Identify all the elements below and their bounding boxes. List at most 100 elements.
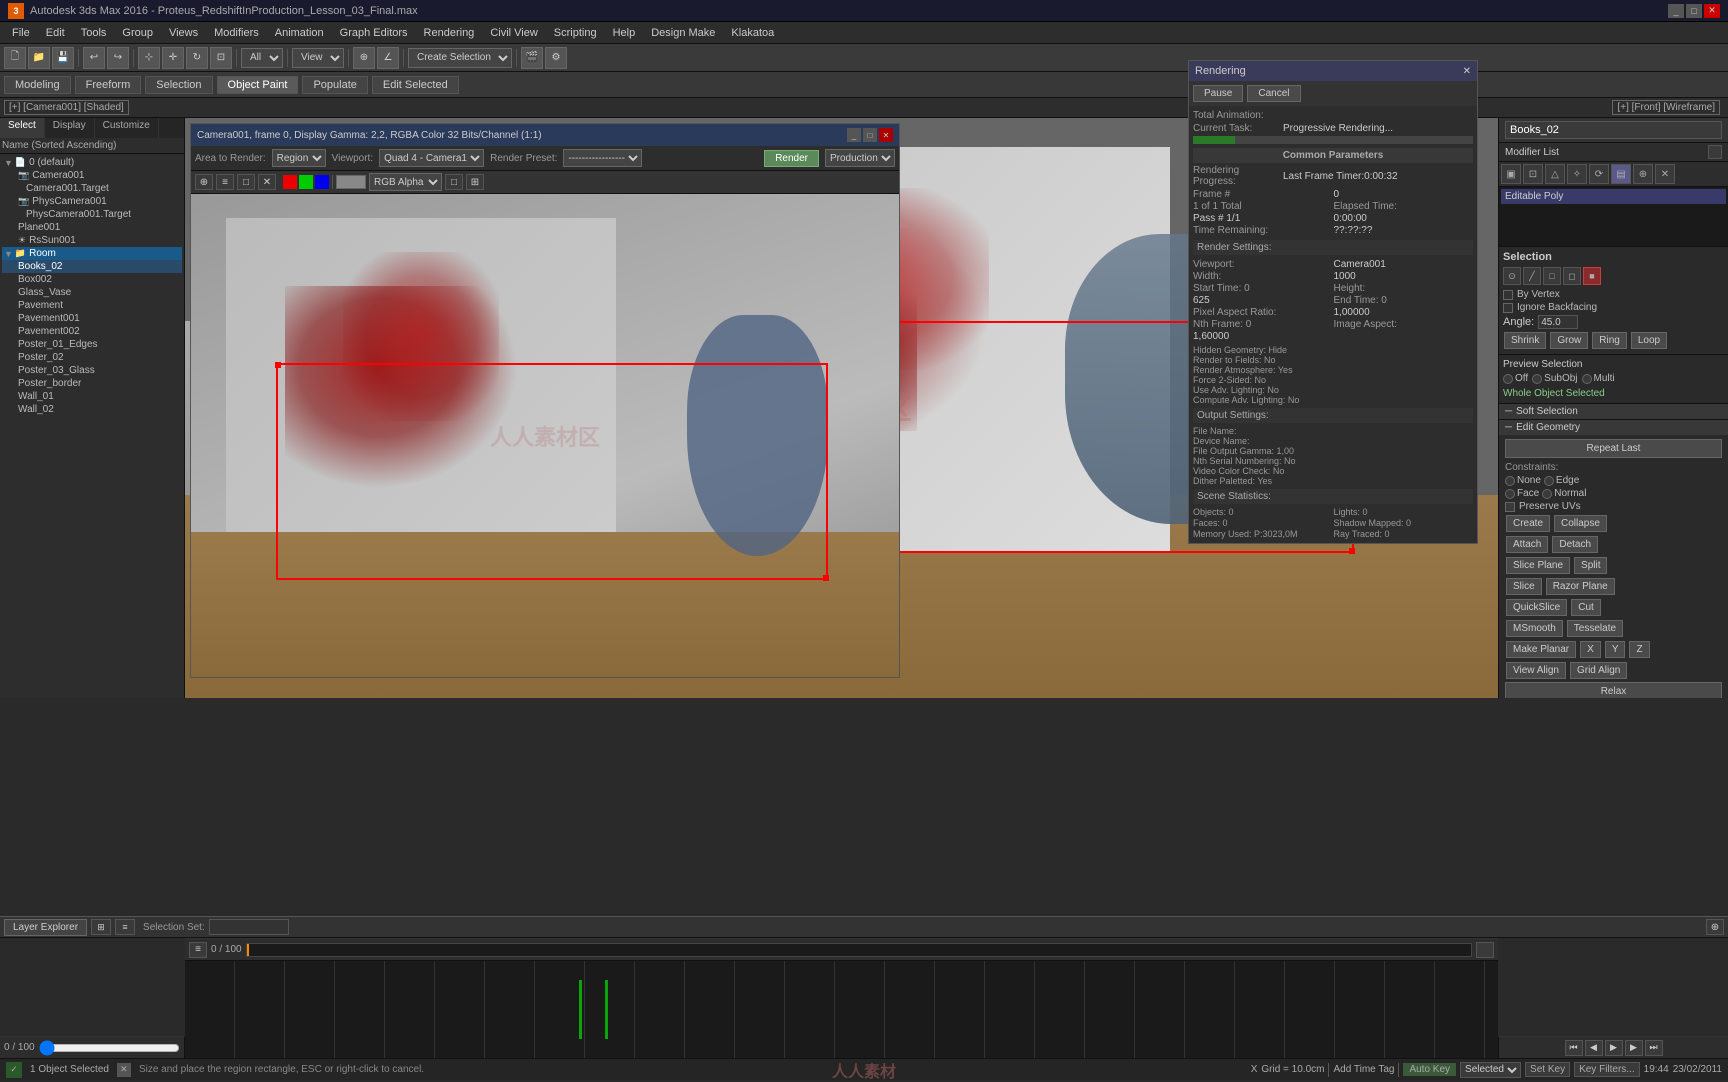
tree-item-physcamera001-target[interactable]: PhysCamera001.Target <box>2 208 182 221</box>
ring-btn[interactable]: Ring <box>1592 332 1627 349</box>
tree-item-room[interactable]: ▼ 📁 Room <box>2 247 182 260</box>
layer-icon-2[interactable]: ≡ <box>115 919 135 935</box>
filter-dropdown[interactable]: All <box>241 48 283 68</box>
render-preset-select[interactable]: ----------------- <box>563 149 642 167</box>
prev-frame-btn[interactable]: ◀ <box>1585 1040 1603 1056</box>
menu-help[interactable]: Help <box>605 25 644 41</box>
mod-icon-3[interactable]: △ <box>1545 164 1565 184</box>
render-maximize-btn[interactable]: □ <box>863 128 877 142</box>
tab-freeform[interactable]: Freeform <box>75 76 142 94</box>
mod-icon-active[interactable]: ▤ <box>1611 164 1631 184</box>
off-radio[interactable] <box>1503 374 1513 384</box>
z-btn[interactable]: Z <box>1629 641 1649 658</box>
tree-item-plane001[interactable]: Plane001 <box>2 221 182 234</box>
viewport-select[interactable]: Quad 4 - Camera1 <box>379 149 484 167</box>
timeline-scrubber[interactable] <box>246 943 1472 957</box>
add-time-tag[interactable]: Add Time Tag <box>1333 1064 1394 1075</box>
tree-item-poster-border[interactable]: Poster_border <box>2 377 182 390</box>
object-name-input[interactable] <box>1505 121 1722 139</box>
mod-icon-5[interactable]: ⟳ <box>1589 164 1609 184</box>
render-window-titlebar[interactable]: Camera001, frame 0, Display Gamma: 2,2, … <box>191 124 899 146</box>
tree-item-default[interactable]: ▼ 📄 0 (default) <box>2 156 182 169</box>
cancel-btn[interactable]: Cancel <box>1247 85 1300 102</box>
tree-item-physcamera001[interactable]: 📷 PhysCamera001 <box>2 195 182 208</box>
tree-item-glass-vase[interactable]: Glass_Vase <box>2 286 182 299</box>
edge-mode-icon[interactable]: ╱ <box>1523 267 1541 285</box>
tab-populate[interactable]: Populate <box>302 76 367 94</box>
element-mode-icon[interactable]: ■ <box>1583 267 1601 285</box>
go-start-btn[interactable]: ⏮ <box>1565 1040 1583 1056</box>
open-button[interactable]: 📁 <box>28 47 50 69</box>
face-radio[interactable] <box>1505 489 1515 499</box>
undo-button[interactable]: ↩ <box>83 47 105 69</box>
make-planar-btn[interactable]: Make Planar <box>1506 641 1576 658</box>
tree-item-camera001-target[interactable]: Camera001.Target <box>2 182 182 195</box>
close-button[interactable]: ✕ <box>1704 4 1720 18</box>
menu-file[interactable]: File <box>4 25 38 41</box>
split-btn[interactable]: ⊞ <box>466 174 484 190</box>
modifier-pin-btn[interactable] <box>1708 145 1722 159</box>
key-filters-btn[interactable]: Key Filters... <box>1574 1062 1640 1077</box>
subobj-radio[interactable] <box>1532 374 1542 384</box>
tree-item-poster01-edges[interactable]: Poster_01_Edges <box>2 338 182 351</box>
tab-selection[interactable]: Selection <box>145 76 212 94</box>
render-minimize-btn[interactable]: _ <box>847 128 861 142</box>
mod-icon-7[interactable]: ⊕ <box>1633 164 1653 184</box>
repeat-last-btn[interactable]: Repeat Last <box>1505 439 1722 458</box>
viewport-camera-label[interactable]: [+] [Camera001] [Shaded] <box>4 100 129 115</box>
menu-views[interactable]: Views <box>161 25 206 41</box>
display-btn[interactable]: □ <box>445 174 463 190</box>
render-ctrl-4[interactable]: ✕ <box>258 174 276 190</box>
msmooth-btn[interactable]: MSmooth <box>1506 620 1563 637</box>
menu-tools[interactable]: Tools <box>73 25 115 41</box>
view-align-btn[interactable]: View Align <box>1506 662 1566 679</box>
tab-modeling[interactable]: Modeling <box>4 76 71 94</box>
frame-slider[interactable] <box>39 1042 180 1054</box>
go-end-btn[interactable]: ⏭ <box>1645 1040 1663 1056</box>
angle-snap-button[interactable]: ∠ <box>377 47 399 69</box>
detach-btn[interactable]: Detach <box>1552 536 1598 553</box>
scale-button[interactable]: ⊡ <box>210 47 232 69</box>
tree-item-rssun001[interactable]: ☀ RsSun001 <box>2 234 182 247</box>
tesselate-btn[interactable]: Tesselate <box>1567 620 1623 637</box>
y-btn[interactable]: Y <box>1605 641 1626 658</box>
scene-tree[interactable]: ▼ 📄 0 (default) 📷 Camera001 Camera001.Ta… <box>0 154 184 698</box>
shrink-btn[interactable]: Shrink <box>1504 332 1546 349</box>
layer-explorer-tab[interactable]: Layer Explorer <box>4 919 87 936</box>
channel-select[interactable]: RGB Alpha <box>369 173 442 191</box>
edit-geom-header[interactable]: ─Edit Geometry <box>1499 420 1728 435</box>
border-mode-icon[interactable]: □ <box>1543 267 1561 285</box>
timeline-tracks[interactable] <box>185 961 1498 1058</box>
frame-controls[interactable]: ⊕ <box>1706 919 1724 935</box>
menu-animation[interactable]: Animation <box>267 25 332 41</box>
key-mode-select[interactable]: Selected <box>1460 1062 1521 1078</box>
tree-item-books02[interactable]: Books_02 <box>2 260 182 273</box>
modifier-editable-poly[interactable]: Editable Poly <box>1501 189 1726 204</box>
next-frame-btn[interactable]: ▶ <box>1625 1040 1643 1056</box>
tree-item-poster02[interactable]: Poster_02 <box>2 351 182 364</box>
edge-radio[interactable] <box>1544 476 1554 486</box>
multi-radio[interactable] <box>1582 374 1592 384</box>
tab-select[interactable]: Select <box>0 118 45 138</box>
tree-item-pavement001[interactable]: Pavement001 <box>2 312 182 325</box>
ignore-backface-checkbox[interactable] <box>1503 303 1513 313</box>
menu-design-make[interactable]: Design Make <box>643 25 723 41</box>
menu-graph-editors[interactable]: Graph Editors <box>332 25 416 41</box>
soft-sel-header[interactable]: ─Soft Selection <box>1499 404 1728 419</box>
preserve-uvs-checkbox[interactable] <box>1505 502 1515 512</box>
selection-filter-dropdown[interactable]: Create Selection <box>408 48 512 68</box>
grow-btn[interactable]: Grow <box>1550 332 1588 349</box>
render-ctrl-1[interactable]: ⊕ <box>195 174 213 190</box>
angle-input[interactable] <box>1538 315 1578 329</box>
create-btn[interactable]: Create <box>1506 515 1550 532</box>
grid-align-btn[interactable]: Grid Align <box>1570 662 1627 679</box>
mod-icon-4[interactable]: ✧ <box>1567 164 1587 184</box>
razor-plane-btn[interactable]: Razor Plane <box>1546 578 1615 595</box>
auto-key-btn[interactable]: Auto Key <box>1403 1063 1456 1076</box>
tree-item-wall02[interactable]: Wall_02 <box>2 403 182 416</box>
render-btn[interactable]: Render <box>764 150 819 167</box>
timeline-end-btn[interactable] <box>1476 942 1494 958</box>
menu-modifiers[interactable]: Modifiers <box>206 25 267 41</box>
rotate-button[interactable]: ↻ <box>186 47 208 69</box>
tab-object-paint[interactable]: Object Paint <box>217 76 299 94</box>
